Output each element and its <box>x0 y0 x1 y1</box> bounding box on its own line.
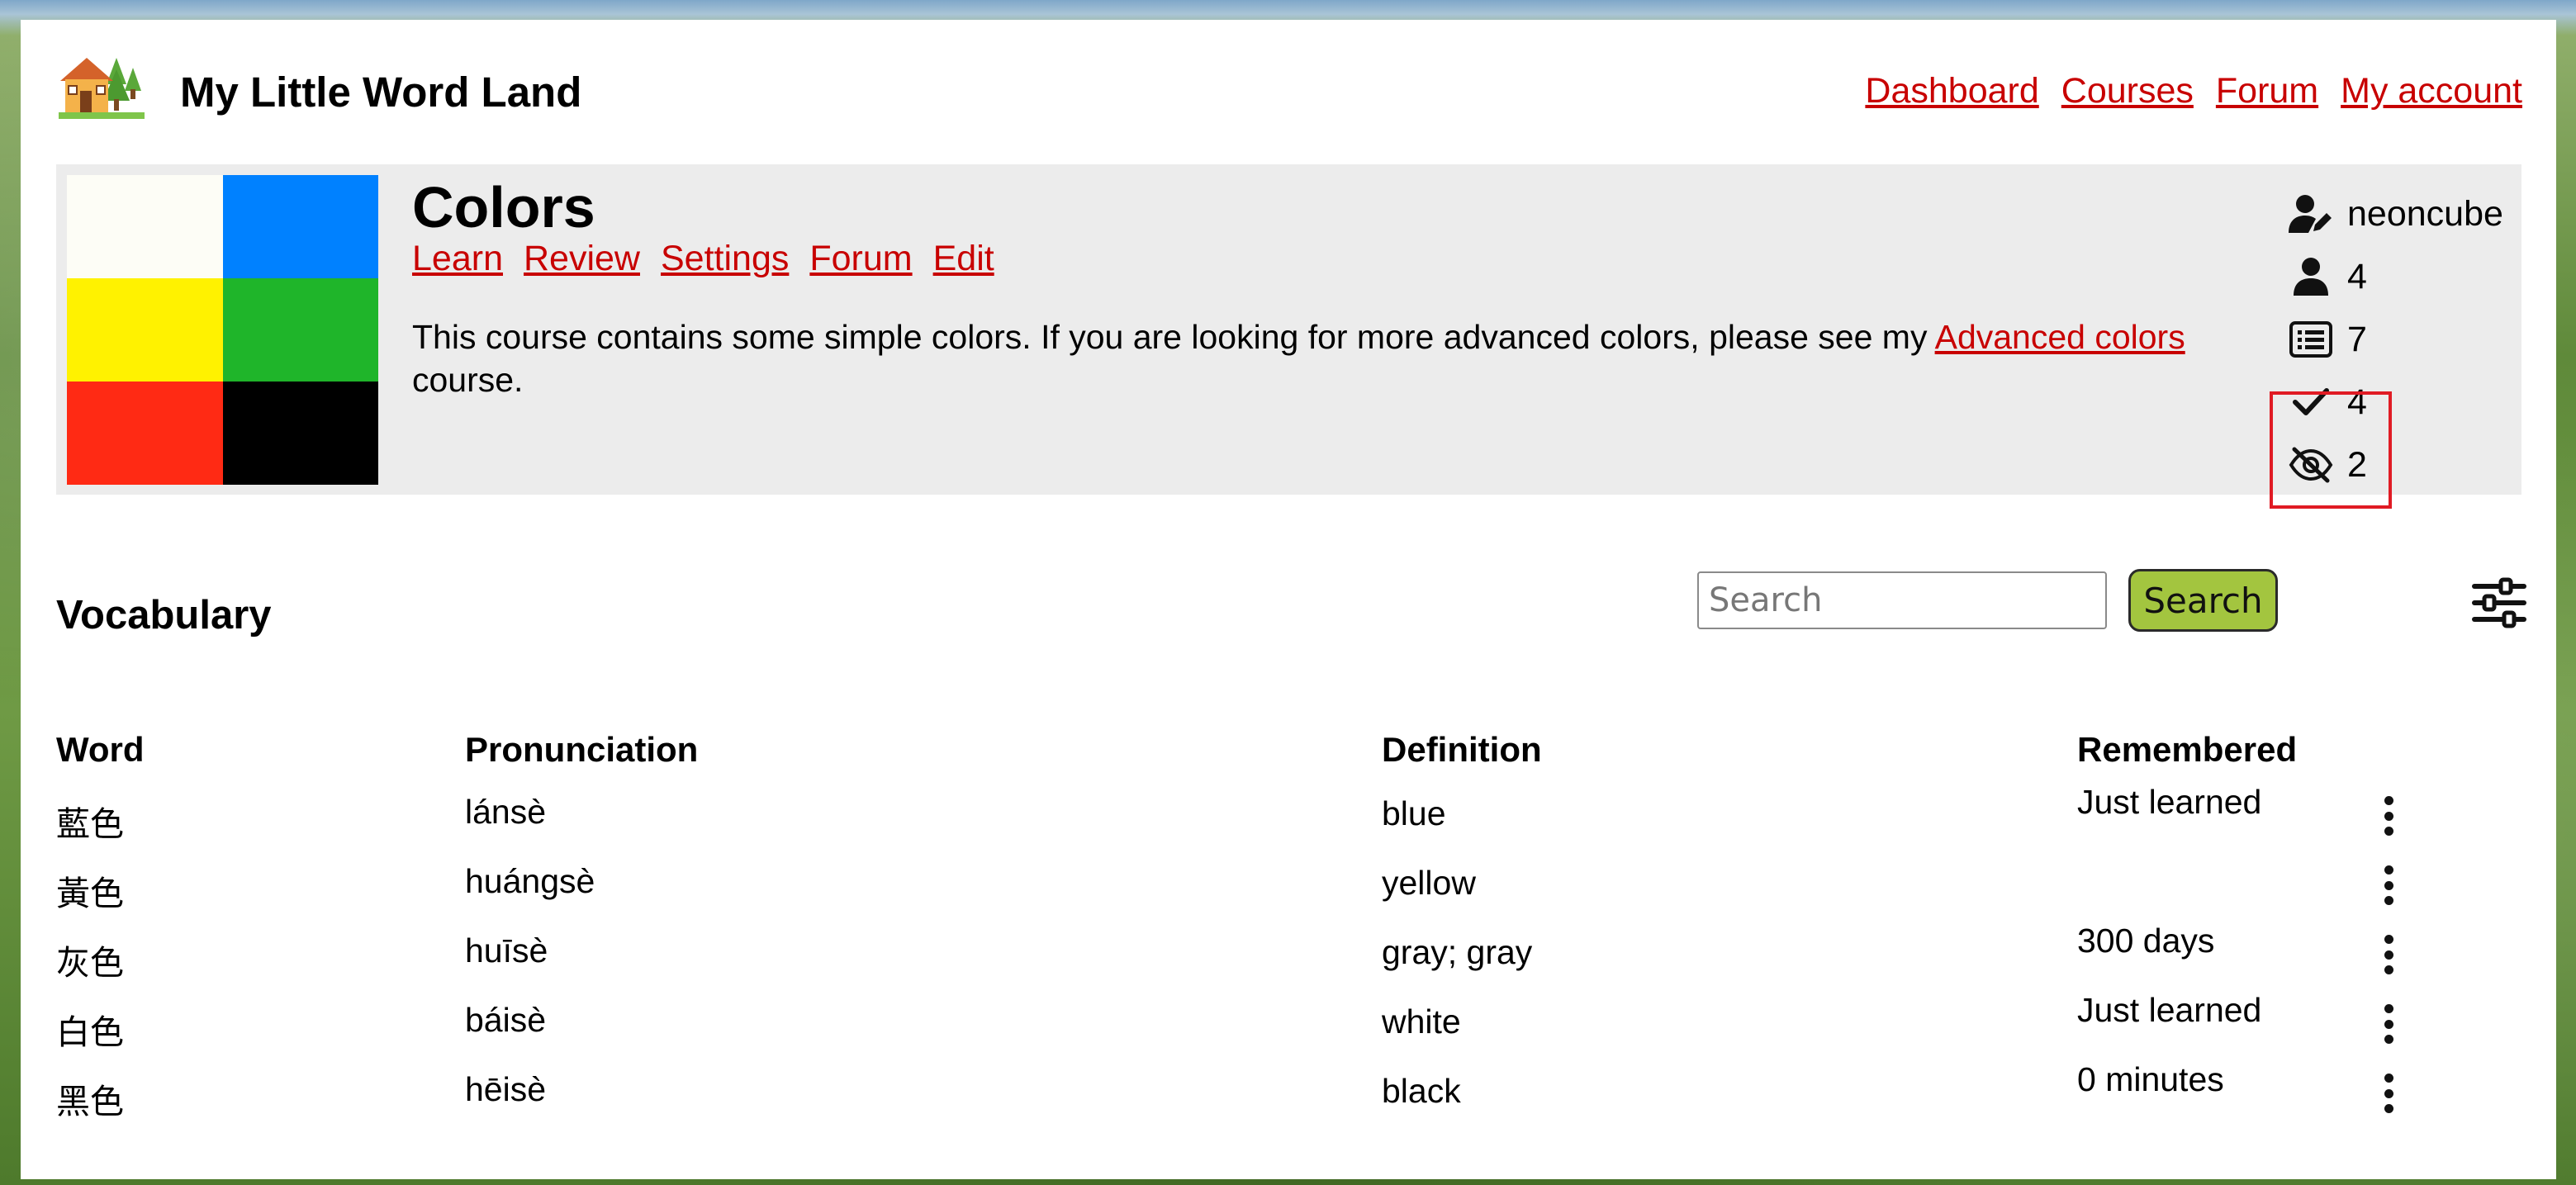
table-row-word[interactable]: 黑色 <box>56 1074 124 1123</box>
highlight-box <box>2270 391 2392 509</box>
nav-dashboard-link[interactable]: Dashboard <box>1865 71 2038 111</box>
table-row-definition: gray; gray <box>1382 933 1533 971</box>
house-with-trees-logo[interactable] <box>55 43 148 126</box>
course-title: Colors <box>412 175 595 239</box>
swatch-green <box>222 278 378 382</box>
column-header-word[interactable]: Word <box>56 730 145 770</box>
table-row-pronunciation: lánsè <box>465 793 547 831</box>
course-review-link[interactable]: Review <box>524 239 640 279</box>
stat-learners-value: 4 <box>2347 256 2367 296</box>
table-row-pronunciation: huángsè <box>465 862 595 900</box>
vocabulary-heading: Vocabulary <box>56 593 272 638</box>
table-row-definition: blue <box>1382 794 1446 832</box>
user-edit-icon <box>2286 189 2336 239</box>
row-menu-kebab-icon[interactable] <box>2372 999 2405 1049</box>
table-row-word[interactable]: 藍色 <box>56 796 124 846</box>
row-menu-kebab-icon[interactable] <box>2372 791 2405 841</box>
nav-courses-link[interactable]: Courses <box>2061 71 2194 111</box>
stat-words-value: 7 <box>2347 319 2367 359</box>
column-header-remembered[interactable]: Remembered <box>2077 730 2297 770</box>
course-card: Colors Learn Review Settings Forum Edit … <box>56 164 2521 495</box>
table-row-pronunciation: huīsè <box>465 931 548 969</box>
table-row-remembered: 0 minutes <box>2077 1060 2224 1098</box>
stat-words: 7 <box>2286 315 2367 364</box>
swatch-black <box>222 382 378 485</box>
search-button[interactable]: Search <box>2128 569 2278 632</box>
table-row-remembered: Just learned <box>2077 783 2262 821</box>
table-row-pronunciation: hēisè <box>465 1070 547 1108</box>
table-row-pronunciation: báisè <box>465 1001 547 1039</box>
filter-settings-icon[interactable] <box>2469 573 2529 633</box>
nav-my-account-link[interactable]: My account <box>2341 71 2522 111</box>
search-input[interactable] <box>1697 571 2107 629</box>
row-menu-kebab-icon[interactable] <box>2372 1069 2405 1118</box>
swatch-red <box>67 382 223 485</box>
course-description: This course contains some simple colors.… <box>412 315 2254 401</box>
table-row-word[interactable]: 黃色 <box>56 865 124 915</box>
advanced-colors-link[interactable]: Advanced colors <box>1935 318 2185 356</box>
course-settings-link[interactable]: Settings <box>661 239 789 279</box>
table-row-remembered: 300 days <box>2077 922 2215 960</box>
stat-learners: 4 <box>2286 252 2367 301</box>
main-panel: My Little Word Land Dashboard Courses Fo… <box>21 20 2556 1179</box>
course-color-swatches <box>67 175 378 485</box>
swatch-white <box>67 175 223 278</box>
course-description-text: This course contains some simple colors.… <box>412 318 1935 356</box>
table-row-word[interactable]: 灰色 <box>56 935 124 984</box>
table-row-definition: white <box>1382 1003 1461 1040</box>
swatch-blue <box>222 175 378 278</box>
course-description-end: course. <box>412 361 524 399</box>
column-header-definition[interactable]: Definition <box>1382 730 1542 770</box>
swatch-yellow <box>67 278 223 382</box>
table-row-word[interactable]: 白色 <box>56 1004 124 1054</box>
row-menu-kebab-icon[interactable] <box>2372 860 2405 910</box>
person-icon <box>2286 252 2336 301</box>
nav-forum-link[interactable]: Forum <box>2216 71 2318 111</box>
course-actions: Learn Review Settings Forum Edit <box>412 239 994 279</box>
top-navigation: Dashboard Courses Forum My account <box>1865 71 2522 111</box>
stat-author: neoncube <box>2286 189 2503 239</box>
course-forum-link[interactable]: Forum <box>809 239 912 279</box>
stat-author-value[interactable]: neoncube <box>2347 194 2503 235</box>
site-title[interactable]: My Little Word Land <box>180 68 581 116</box>
list-icon <box>2286 315 2336 364</box>
course-learn-link[interactable]: Learn <box>412 239 503 279</box>
column-header-pronunciation[interactable]: Pronunciation <box>465 730 698 770</box>
table-row-definition: yellow <box>1382 864 1476 902</box>
table-row-definition: black <box>1382 1072 1461 1110</box>
course-edit-link[interactable]: Edit <box>933 239 994 279</box>
row-menu-kebab-icon[interactable] <box>2372 930 2405 979</box>
table-row-remembered: Just learned <box>2077 991 2262 1029</box>
